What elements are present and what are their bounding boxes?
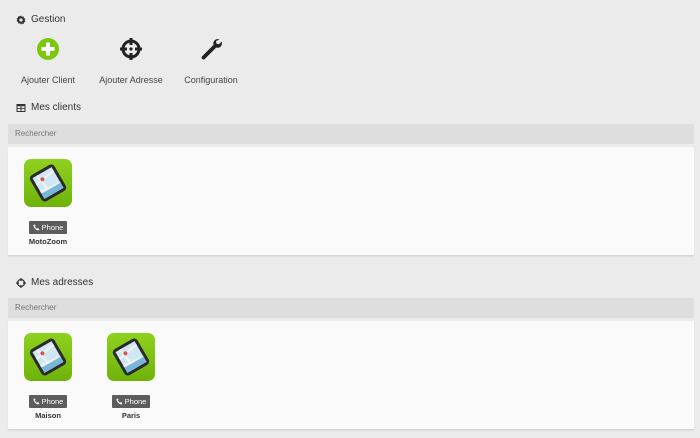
adresses-header: Mes adresses	[16, 277, 93, 288]
ajouter-client-button[interactable]: Ajouter Client	[12, 36, 84, 85]
adresse-card[interactable]: Phone Paris	[96, 333, 166, 420]
configuration-button[interactable]: Configuration	[178, 36, 244, 85]
phone-badge[interactable]: Phone	[28, 221, 68, 234]
phone-badge-label: Phone	[41, 223, 64, 232]
ajouter-adresse-button[interactable]: Ajouter Adresse	[94, 36, 168, 85]
client-card[interactable]: Phone MotoZoom	[13, 159, 83, 246]
adresse-name: Maison	[35, 411, 61, 420]
adresse-name: Paris	[121, 411, 141, 420]
phone-badge[interactable]: Phone	[111, 395, 151, 408]
plus-circle-icon	[35, 36, 61, 62]
phone-map-app-icon	[24, 333, 72, 381]
phone-icon	[33, 224, 39, 231]
phone-badge[interactable]: Phone	[28, 395, 68, 408]
client-name: MotoZoom	[28, 237, 68, 246]
ajouter-client-label: Ajouter Client	[20, 75, 76, 85]
phone-badge-label: Phone	[41, 397, 64, 406]
phone-icon	[33, 398, 39, 405]
configuration-label: Configuration	[184, 75, 238, 85]
phone-map-app-icon	[107, 333, 155, 381]
adresses-panel: Phone Maison Phone Paris	[8, 321, 694, 430]
adresses-search-input[interactable]	[8, 298, 694, 318]
clients-title: Mes clients	[31, 102, 82, 113]
table-icon	[16, 103, 26, 113]
gestion-title: Gestion	[31, 14, 66, 25]
crosshair-icon	[16, 277, 26, 288]
gestion-header: Gestion	[16, 14, 65, 25]
cog-icon	[16, 15, 26, 25]
clients-header: Mes clients	[16, 102, 81, 113]
crosshair-icon	[118, 36, 144, 62]
phone-badge-label: Phone	[124, 397, 147, 406]
phone-icon	[116, 398, 122, 405]
wrench-icon	[198, 36, 224, 62]
gestion-toolbar: Ajouter Client Ajouter Adresse Configura…	[12, 36, 254, 85]
phone-map-app-icon	[24, 159, 72, 207]
clients-search-input[interactable]	[8, 124, 694, 144]
adresses-title: Mes adresses	[31, 277, 94, 288]
clients-panel: Phone MotoZoom	[8, 147, 694, 256]
adresse-card[interactable]: Phone Maison	[13, 333, 83, 420]
ajouter-adresse-label: Ajouter Adresse	[99, 75, 163, 85]
